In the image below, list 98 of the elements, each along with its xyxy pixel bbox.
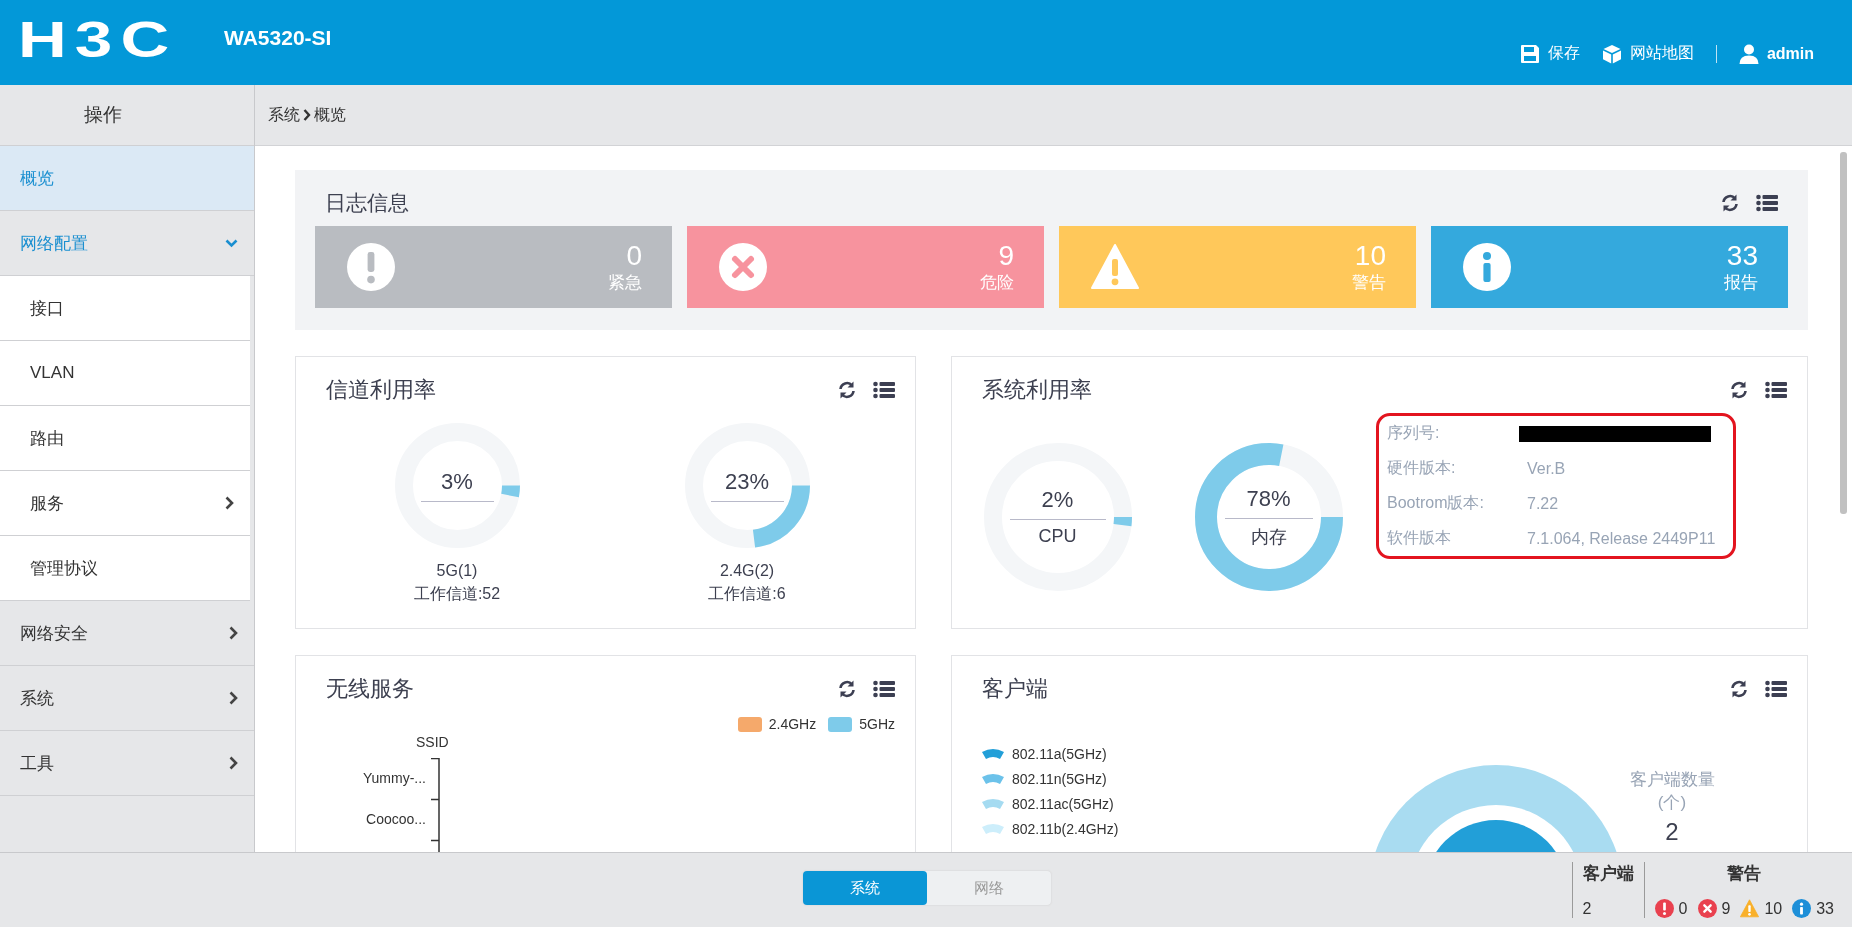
gauge-label: CPU	[1038, 525, 1077, 547]
warning-icon	[1091, 243, 1139, 291]
exclamation-icon	[347, 243, 395, 291]
info-icon	[1463, 243, 1511, 291]
alert-label: 危险	[980, 271, 1014, 294]
sidebar-item[interactable]: 服务	[0, 471, 250, 536]
channel-label: 工作信道:6	[708, 584, 786, 604]
panel-title: 无线服务	[326, 675, 414, 703]
alert-count: 0	[626, 240, 642, 271]
count-unit: (个)	[1657, 792, 1687, 814]
band-label: 2.4G(2)	[719, 562, 775, 580]
sidebar-item[interactable]: 路由	[0, 406, 250, 471]
channel-label: 工作信道:52	[413, 584, 501, 604]
alert-label: 报告	[1724, 271, 1758, 294]
legend-label: 2.4GHz	[768, 716, 817, 732]
alert-label: 警告	[1352, 271, 1386, 294]
refresh-icon[interactable]	[1720, 193, 1740, 213]
gauge-value: 2%	[1009, 487, 1106, 520]
info-value: 7.1.064, Release 2449P11	[1527, 529, 1716, 548]
sitemap-link[interactable]: 网站地图	[1601, 43, 1694, 64]
info-label: 硬件版本:	[1387, 458, 1457, 478]
info-label: 软件版本	[1387, 528, 1452, 548]
alert-count: 0	[1678, 899, 1688, 918]
view-tab[interactable]: 系统	[803, 871, 927, 905]
alert-count: 33	[1726, 240, 1758, 271]
exclamation-icon	[1654, 899, 1674, 918]
list-icon[interactable]	[1756, 194, 1778, 212]
alert-card[interactable]: 9 危险	[687, 226, 1044, 308]
sidebar-item[interactable]: 管理协议	[0, 536, 250, 601]
device-model: WA5320-SI	[224, 26, 332, 51]
alert-count: 33	[1816, 899, 1834, 918]
info-label: Bootrom版本:	[1387, 493, 1485, 513]
alerts-heading: 警告	[1726, 863, 1763, 885]
user-icon	[1738, 43, 1759, 64]
info-icon	[1792, 899, 1812, 918]
panel-title: 系统利用率	[982, 376, 1092, 404]
alert-count: 10	[1354, 240, 1386, 271]
list-icon[interactable]	[1765, 680, 1787, 698]
clients-count: 2	[1582, 900, 1593, 918]
list-icon[interactable]	[873, 381, 895, 399]
panel-title: 信道利用率	[326, 376, 436, 404]
axis-title: SSID	[416, 734, 449, 750]
chevron-right-icon	[303, 109, 311, 121]
info-value: 7.22	[1527, 494, 1559, 513]
refresh-icon[interactable]	[1729, 679, 1749, 699]
sidebar-item[interactable]: 网络安全	[0, 601, 254, 666]
user-menu[interactable]: admin	[1738, 43, 1814, 64]
breadcrumb-link[interactable]: 系统	[268, 104, 300, 126]
logo: H3C	[18, 12, 178, 70]
breadcrumb-current: 概览	[314, 104, 346, 125]
sidebar-item[interactable]: 概览	[0, 146, 254, 211]
legend-label: 802.11a(5GHz)	[1012, 746, 1107, 762]
refresh-icon[interactable]	[837, 679, 857, 699]
cross-icon	[1697, 899, 1717, 918]
gauge-value: 23%	[710, 469, 784, 502]
alert-count: 10	[1764, 899, 1783, 918]
gauge-value: 78%	[1224, 485, 1313, 519]
cube-icon	[1601, 43, 1622, 64]
alert-card[interactable]: 33 报告	[1431, 226, 1788, 308]
info-label: 序列号:	[1387, 423, 1441, 443]
refresh-icon[interactable]	[1729, 380, 1749, 400]
gauge-value: 3%	[420, 469, 494, 502]
chevron-right-icon	[229, 626, 238, 640]
sidebar-item[interactable]: VLAN	[0, 341, 250, 406]
clients-heading: 客户端	[1582, 863, 1634, 885]
client-count: 2	[1665, 818, 1679, 846]
refresh-icon[interactable]	[837, 380, 857, 400]
sidebar-item[interactable]: 工具	[0, 731, 254, 796]
alert-count: 9	[998, 240, 1014, 271]
legend-label: 802.11ac(5GHz)	[1012, 796, 1114, 812]
legend-label: 802.11n(5GHz)	[1012, 771, 1107, 787]
sidebar-item[interactable]: 接口	[0, 276, 250, 341]
scrollbar-thumb[interactable]	[1840, 152, 1847, 514]
legend-label: 5GHz	[859, 716, 895, 732]
alert-count: 9	[1721, 899, 1731, 918]
list-icon[interactable]	[873, 680, 895, 698]
count-label: 客户端数量	[1629, 769, 1715, 791]
view-tab[interactable]: 网络	[927, 871, 1051, 905]
save-link[interactable]: 保存	[1519, 43, 1580, 64]
panel-title: 日志信息	[325, 190, 409, 216]
gauge-label: 内存	[1250, 525, 1287, 549]
info-value: Ver.B	[1527, 459, 1566, 478]
chevron-right-icon	[225, 496, 234, 510]
cross-icon	[719, 243, 767, 291]
axis-label: Coocoo...	[366, 810, 426, 827]
sidebar-item[interactable]: 系统	[0, 666, 254, 731]
alert-label: 紧急	[608, 271, 642, 294]
panel-title: 客户端	[982, 675, 1048, 703]
axis-label: Yummy-...	[363, 769, 426, 786]
warning-icon	[1740, 899, 1760, 918]
chevron-right-icon	[229, 756, 238, 770]
legend-label: 802.11b(2.4GHz)	[1012, 821, 1119, 837]
save-icon	[1519, 43, 1540, 64]
list-icon[interactable]	[1765, 381, 1787, 399]
chevron-down-icon	[225, 238, 238, 248]
alert-card[interactable]: 0 紧急	[315, 226, 672, 308]
band-label: 5G(1)	[436, 562, 478, 580]
chevron-right-icon	[229, 691, 238, 705]
